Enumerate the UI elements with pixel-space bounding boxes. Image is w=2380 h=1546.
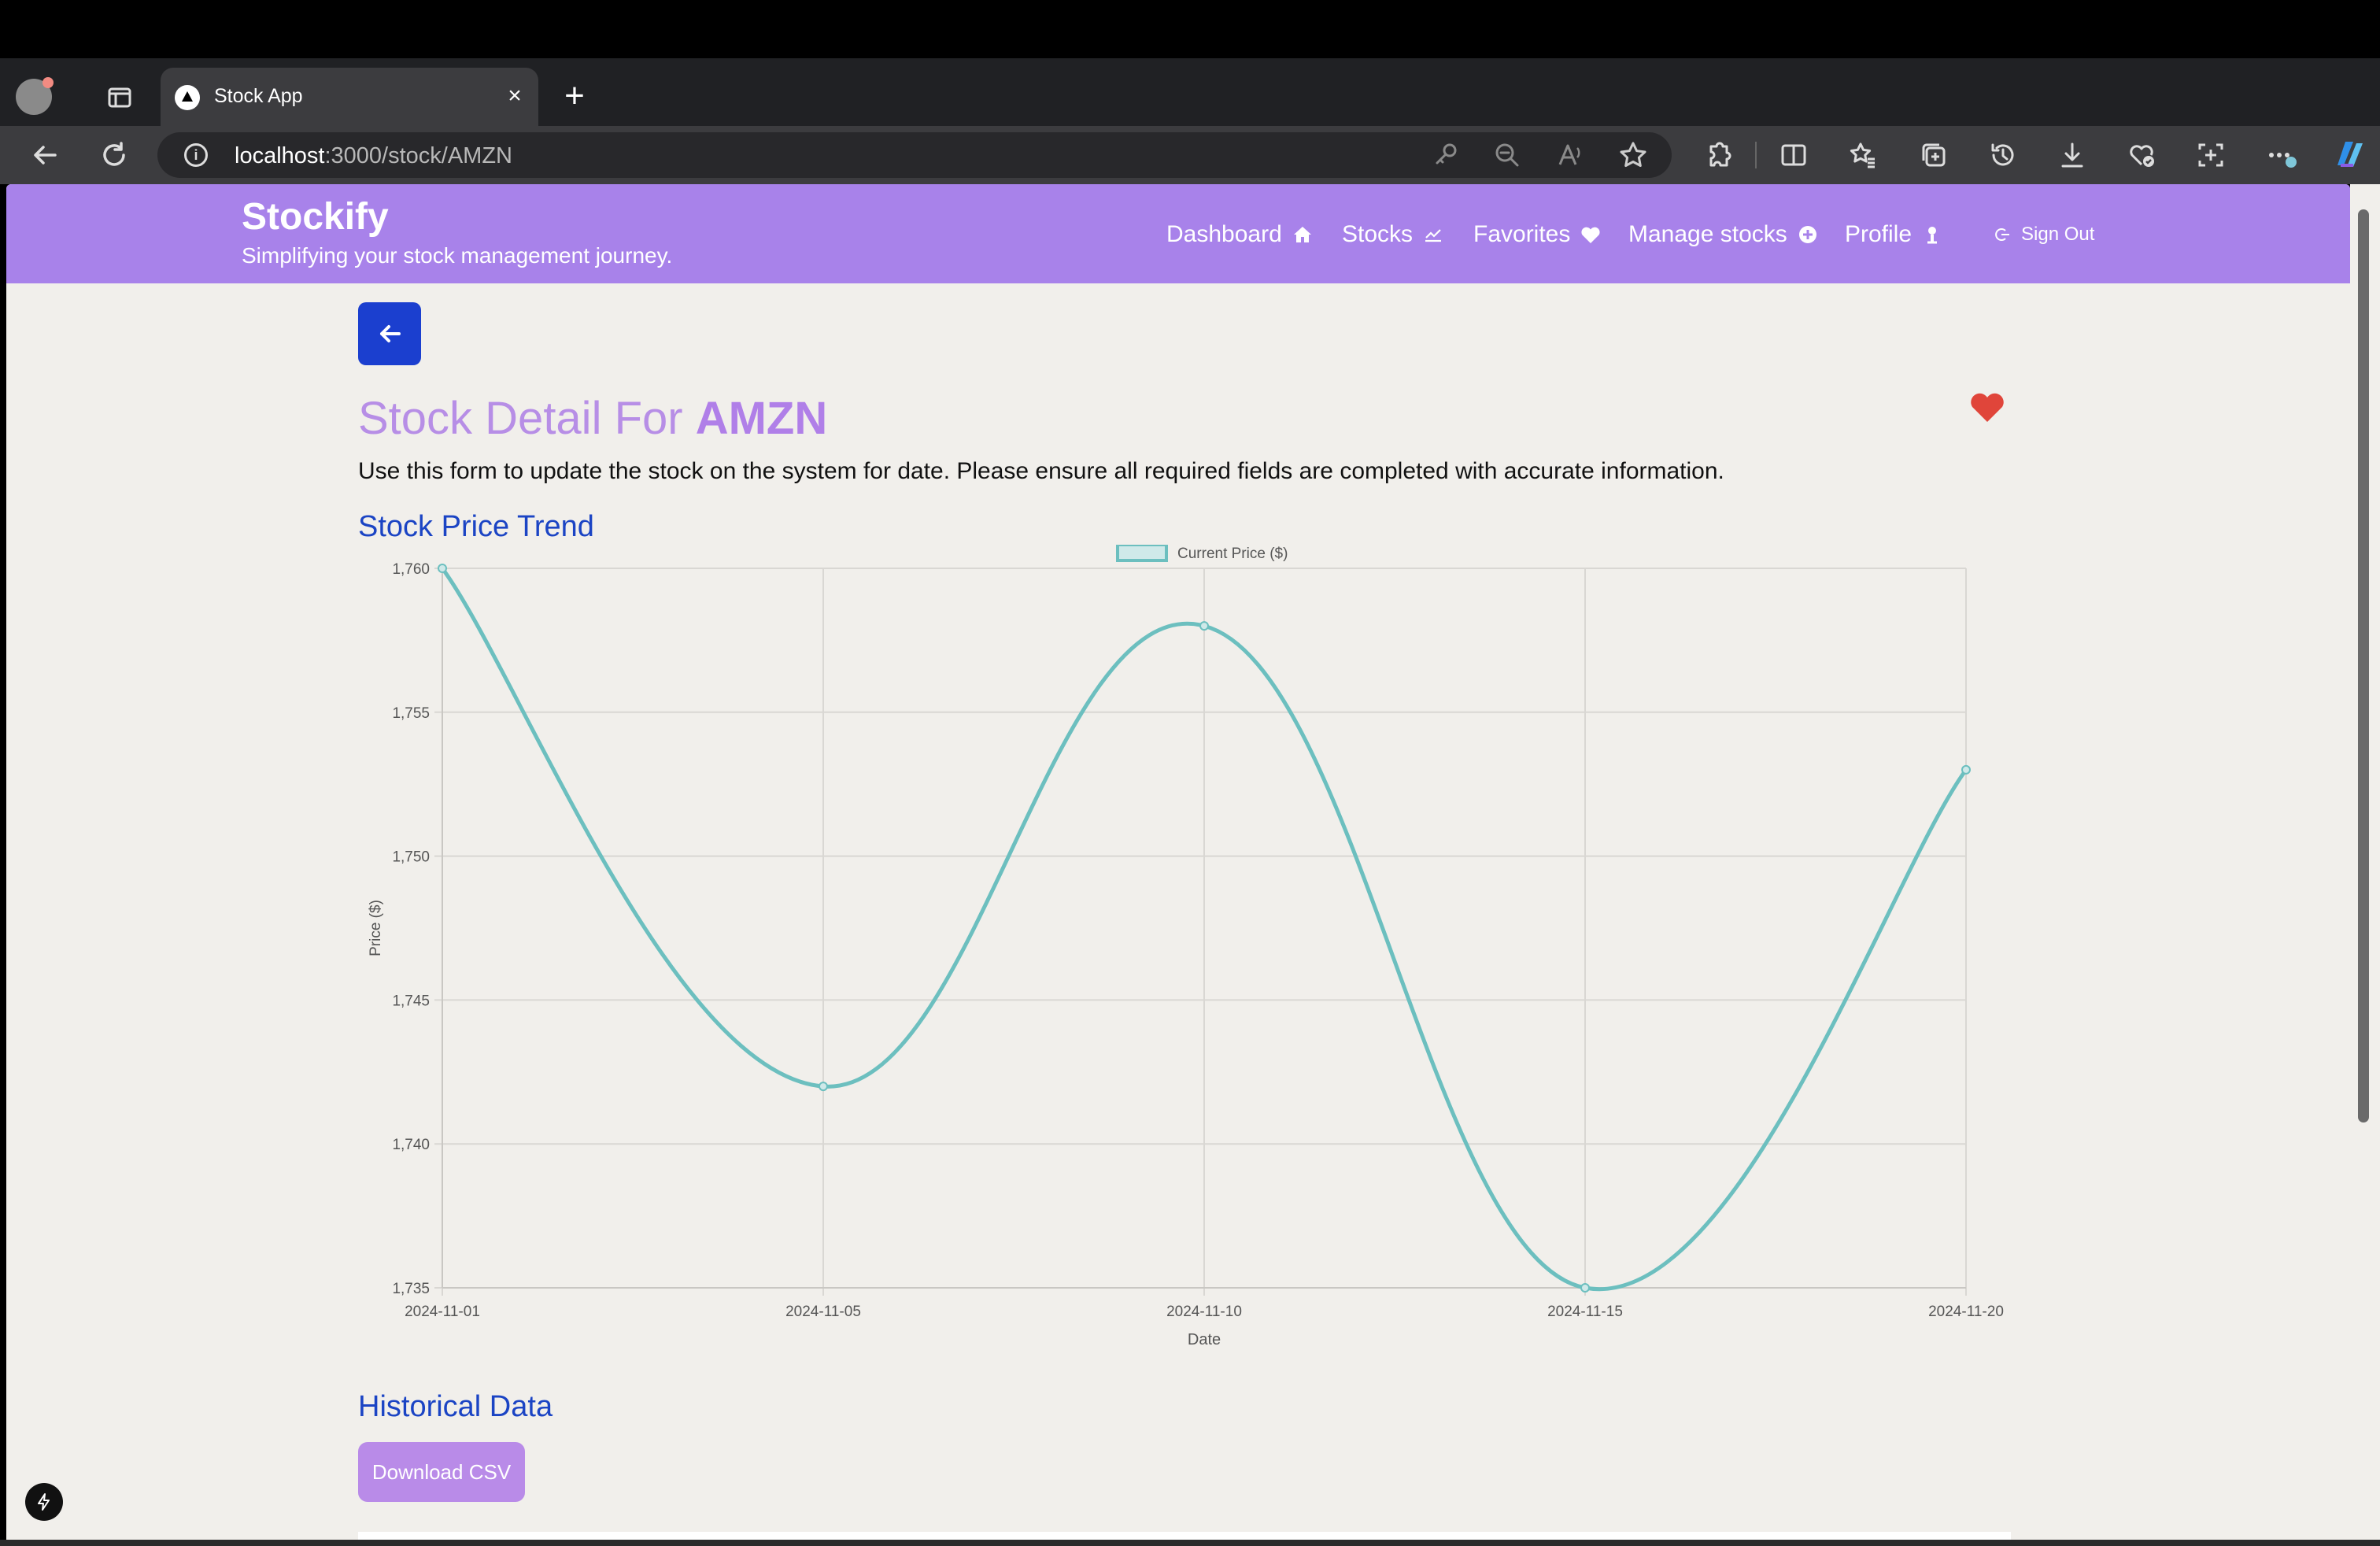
tab-actions-icon[interactable] [105,83,134,112]
legend-swatch [1116,545,1168,562]
data-point [1199,621,1209,631]
nav-favorites[interactable]: Favorites [1473,219,1602,250]
home-icon [1293,227,1311,242]
dev-tools-indicator[interactable] [25,1483,63,1521]
new-tab-button[interactable]: + [559,79,590,113]
site-navbar: Stockify Simplifying your stock manageme… [6,184,2350,283]
brand-name[interactable]: Stockify [242,195,389,239]
nav-dashboard-label: Dashboard [1166,221,1282,247]
x-tick-label: 2024-11-10 [1166,1304,1242,1320]
collections-icon[interactable] [1917,139,1950,172]
toolbar-divider [1755,142,1757,168]
y-tick-label: 1,750 [392,849,430,866]
url-path: :3000/stock/AMZN [324,143,512,168]
site-info-icon[interactable]: i [184,143,208,167]
refresh-icon[interactable] [98,139,131,172]
downloads-icon[interactable] [2056,139,2089,172]
y-tick-label: 1,735 [392,1281,430,1297]
screenshot-icon[interactable] [2194,139,2227,172]
x-tick-label: 2024-11-05 [785,1304,861,1320]
copilot-icon[interactable] [2330,135,2367,173]
legend-label: Current Price ($) [1177,546,1288,562]
chart-section-title: Stock Price Trend [358,510,594,543]
read-aloud-icon[interactable] [1554,139,1587,172]
stock-price-chart: 1,735 1,740 1,745 1,750 1,755 1,760 2024-11-01… [368,545,2004,1348]
profile-avatar[interactable] [16,77,54,115]
scrollbar-thumb[interactable] [2358,209,2369,1123]
history-table [358,1532,2011,1540]
more-icon[interactable] [2265,139,2298,172]
page-description: Use this form to update the stock on the… [358,458,1724,484]
data-point [1961,764,1971,775]
tab-title: Stock App [214,85,303,107]
favorite-heart-icon[interactable] [1969,390,2005,423]
favorites-icon[interactable] [1846,139,1879,172]
health-icon[interactable] [2125,139,2158,172]
page-title-prefix: Stock Detail For [358,393,696,444]
brand-tagline: Simplifying your stock management journe… [242,243,673,268]
page-title: Stock Detail For AMZN [358,392,827,445]
nav-dashboard[interactable]: Dashboard [1166,219,1314,250]
y-axis-label: Price ($) [368,900,384,956]
signout-icon [1995,228,2009,241]
back-icon[interactable] [28,139,61,172]
stock-symbol: AMZN [695,393,828,444]
tab-close-icon[interactable]: × [502,83,527,109]
back-button[interactable] [358,302,421,365]
x-axis-label: Date [1188,1331,1221,1348]
history-icon[interactable] [1986,139,2020,172]
data-point [1580,1283,1590,1293]
nav-sign-out[interactable]: Sign Out [1993,219,2094,250]
plus-circle-icon [1798,226,1816,243]
page-viewport: Stockify Simplifying your stock manageme… [6,184,2350,1540]
os-menu-bar [0,0,2380,58]
bolt-icon [38,1493,50,1511]
window-bottom-edge [0,1540,2380,1546]
nav-profile[interactable]: Profile [1845,219,1943,250]
x-tick-label: 2024-11-15 [1547,1304,1623,1320]
chart-line-icon [1425,229,1442,242]
y-tick-label: 1,760 [392,561,430,578]
url-host: localhost [235,143,325,168]
x-tick-label: 2024-11-20 [1928,1304,2004,1320]
nav-profile-label: Profile [1845,221,1913,247]
user-icon [1927,227,1938,244]
extensions-icon[interactable] [1702,139,1735,172]
browser-tab[interactable]: Stock App × [161,68,538,126]
download-csv-button[interactable]: Download CSV [358,1442,525,1502]
nav-stocks-label: Stocks [1342,221,1414,247]
key-icon[interactable] [1429,139,1462,172]
heart-icon [1581,227,1600,243]
tab-favicon-icon [175,85,200,110]
zoom-out-icon[interactable] [1491,139,1524,172]
history-section-title: Historical Data [358,1390,553,1423]
y-tick-label: 1,755 [392,705,430,722]
split-screen-icon[interactable] [1777,139,1810,172]
y-tick-label: 1,740 [392,1137,430,1153]
nav-sign-out-label: Sign Out [2021,224,2095,245]
data-point [819,1082,828,1092]
nav-favorites-label: Favorites [1473,221,1571,247]
x-tick-label: 2024-11-01 [405,1304,480,1320]
data-point [438,564,447,573]
y-tick-label: 1,745 [392,993,430,1009]
page-scrollbar[interactable] [2350,184,2380,1540]
nav-stocks[interactable]: Stocks [1342,219,1444,250]
star-icon[interactable] [1617,139,1650,172]
nav-manage-stocks[interactable]: Manage stocks [1628,219,1819,250]
url-text[interactable]: localhost:3000/stock/AMZN [235,143,512,169]
arrow-left-icon [380,325,401,342]
nav-manage-stocks-label: Manage stocks [1628,221,1787,247]
